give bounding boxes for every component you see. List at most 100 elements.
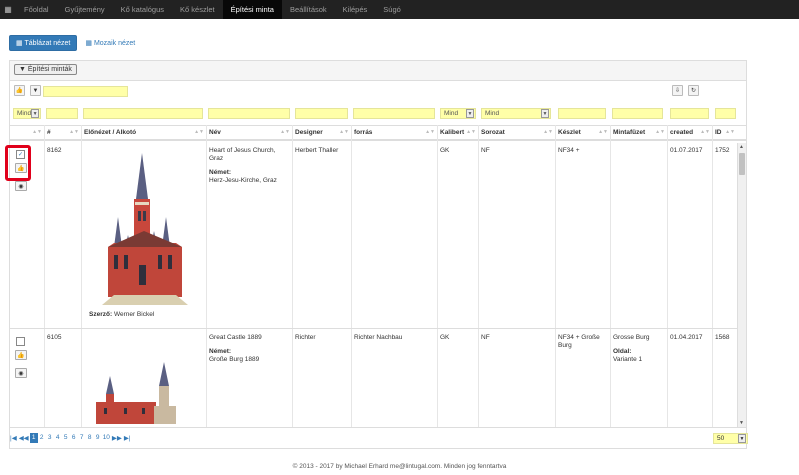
preview-filter-input[interactable] [83, 108, 203, 119]
sort-icon: ▲▼ [598, 129, 608, 135]
sort-icon: ▲▼ [280, 129, 290, 135]
prev-page-icon[interactable]: ◀◀ [18, 433, 30, 443]
nav-item-fooldal[interactable]: Főoldal [16, 0, 57, 19]
table-toolbar: 👍 ▼ ⇩ ↻ [10, 83, 746, 101]
table-scrollbar[interactable]: ▲ ▼ [737, 143, 746, 427]
eye-icon[interactable]: ◉ [15, 181, 27, 191]
col-header-name-label: Név [209, 129, 221, 136]
col-header-preview-label: Előnézet / Alkotó [84, 129, 137, 136]
menu-grid-icon[interactable]: ▦ [0, 0, 16, 19]
scroll-up-icon[interactable]: ▲ [739, 144, 744, 150]
nav-item-gyujtemeny[interactable]: Gyűjtemény [57, 0, 113, 19]
col-header-kit[interactable]: Készlet ▲▼ [555, 126, 610, 140]
global-filter-input[interactable] [43, 86, 128, 97]
booklet-cell [610, 143, 667, 151]
caret-down-icon: ▼ [541, 109, 549, 118]
series-cell: NF [481, 147, 490, 154]
series-filter-select[interactable]: Mind ▼ [481, 108, 551, 119]
caret-down-icon: ▼ [466, 109, 474, 118]
nav-item-kilepes[interactable]: Kilépés [335, 0, 376, 19]
patterns-collapse-button[interactable]: ▼ Építési minták [14, 64, 77, 75]
col-header-num[interactable]: # ▲▼ [44, 126, 81, 140]
sort-icon: ▲▼ [69, 129, 79, 135]
page-link[interactable]: 10 [102, 433, 111, 443]
col-header-name[interactable]: Név ▲▼ [206, 126, 292, 140]
col-header-booklet[interactable]: Mintafüzet ▲▼ [610, 126, 667, 140]
designer-filter-input[interactable] [295, 108, 348, 119]
created-cell: 01.04.2017 [670, 334, 703, 341]
kit-filter-input[interactable] [558, 108, 606, 119]
page-link[interactable]: 1 [29, 432, 38, 443]
id-filter-input[interactable] [715, 108, 736, 119]
nav-item-epitesi-minta[interactable]: Építési minta [222, 0, 282, 19]
filter-icon[interactable]: ▼ [30, 85, 41, 96]
page-link[interactable]: 8 [86, 433, 94, 443]
next-page-icon[interactable]: ▶▶ [111, 433, 123, 443]
col-header-caliber[interactable]: Kalibert ▲▼ [437, 126, 478, 140]
action-filter-select[interactable]: Mind ▼ [13, 108, 41, 119]
scrollbar-thumb[interactable] [739, 153, 745, 175]
col-header-series[interactable]: Sorozat ▲▼ [478, 126, 555, 140]
sort-icon: ▲▼ [194, 129, 204, 135]
row-select-checkbox[interactable] [16, 337, 25, 346]
col-header-created-label: created [670, 129, 694, 136]
page-link[interactable]: 7 [78, 433, 86, 443]
last-page-icon[interactable]: ▶| [123, 433, 132, 443]
col-header-actions[interactable]: ▲▼ [10, 126, 44, 140]
refresh-icon[interactable]: ↻ [688, 85, 699, 96]
id-cell: 1568 [715, 334, 730, 341]
top-navbar: ▦ Főoldal Gyűjtemény Kő katalógus Kő kés… [0, 0, 799, 19]
sort-icon: ▲▼ [725, 129, 735, 135]
patterns-panel: ▼ Építési minták 👍 ▼ ⇩ ↻ Mind ▼ Mind ▼ Min… [9, 60, 747, 449]
preview-cell [81, 143, 206, 329]
eye-icon[interactable]: ◉ [15, 368, 27, 378]
page-link[interactable]: 5 [62, 433, 70, 443]
booklet-page-label: Oldal: [613, 348, 632, 355]
created-filter-input[interactable] [670, 108, 709, 119]
nav-item-ko-keszlet[interactable]: Kő készlet [172, 0, 223, 19]
caret-down-icon: ▼ [31, 109, 39, 118]
col-header-preview[interactable]: Előnézet / Alkotó ▲▼ [81, 126, 206, 140]
col-header-designer[interactable]: Designer ▲▼ [292, 126, 351, 140]
booklet-name: Grosse Burg [613, 334, 650, 341]
name-lang-label: Német: [209, 348, 232, 355]
thumbs-up-icon[interactable]: 👍 [15, 350, 27, 360]
thumbs-up-icon[interactable]: 👍 [14, 85, 25, 96]
nav-item-beallitasok[interactable]: Beállítások [282, 0, 335, 19]
page-link[interactable]: 2 [38, 433, 46, 443]
page-size-select[interactable]: 50 ▼ [713, 433, 748, 444]
name-filter-input[interactable] [208, 108, 290, 119]
grid-icon: ▦ [85, 40, 92, 47]
caliber-cell: GK [440, 147, 450, 154]
caliber-filter-select[interactable]: Mind ▼ [440, 108, 476, 119]
caliber-cell: GK [440, 334, 450, 341]
nav-item-sugo[interactable]: Súgó [375, 0, 409, 19]
num-filter-input[interactable] [46, 108, 78, 119]
scroll-down-icon[interactable]: ▼ [739, 420, 744, 426]
view-toggle: ▦ Táblázat nézet ▦ Mozaik nézet [9, 35, 135, 51]
download-icon[interactable]: ⇩ [672, 85, 683, 96]
first-page-icon[interactable]: |◀ [9, 433, 18, 443]
caret-down-icon: ▼ [738, 434, 746, 443]
author-name: Werner Bickel [113, 311, 155, 318]
page-link[interactable]: 3 [46, 433, 54, 443]
mosaic-view-link[interactable]: ▦ Mozaik nézet [85, 39, 135, 47]
source-filter-input[interactable] [353, 108, 435, 119]
page-link[interactable]: 6 [70, 433, 78, 443]
col-header-created[interactable]: created ▲▼ [667, 126, 712, 140]
nav-item-ko-katalogus[interactable]: Kő katalógus [113, 0, 172, 19]
table-view-label: Táblázat nézet [24, 40, 71, 47]
booklet-filter-input[interactable] [612, 108, 663, 119]
designer-cell: Herbert Thaller [295, 147, 339, 154]
page-link[interactable]: 4 [54, 433, 62, 443]
col-header-booklet-label: Mintafüzet [613, 129, 646, 136]
pattern-name-german: Große Burg 1889 [209, 356, 260, 363]
page-link[interactable]: 9 [94, 433, 102, 443]
col-header-source[interactable]: forrás ▲▼ [351, 126, 437, 140]
designer-cell: Richter [295, 334, 316, 341]
table-view-button[interactable]: ▦ Táblázat nézet [9, 35, 78, 51]
col-header-id[interactable]: ID ▲▼ [712, 126, 737, 140]
church-preview-image[interactable] [84, 147, 202, 313]
castle-preview-image[interactable] [84, 334, 202, 424]
chevron-down-icon: ▼ [19, 66, 26, 73]
